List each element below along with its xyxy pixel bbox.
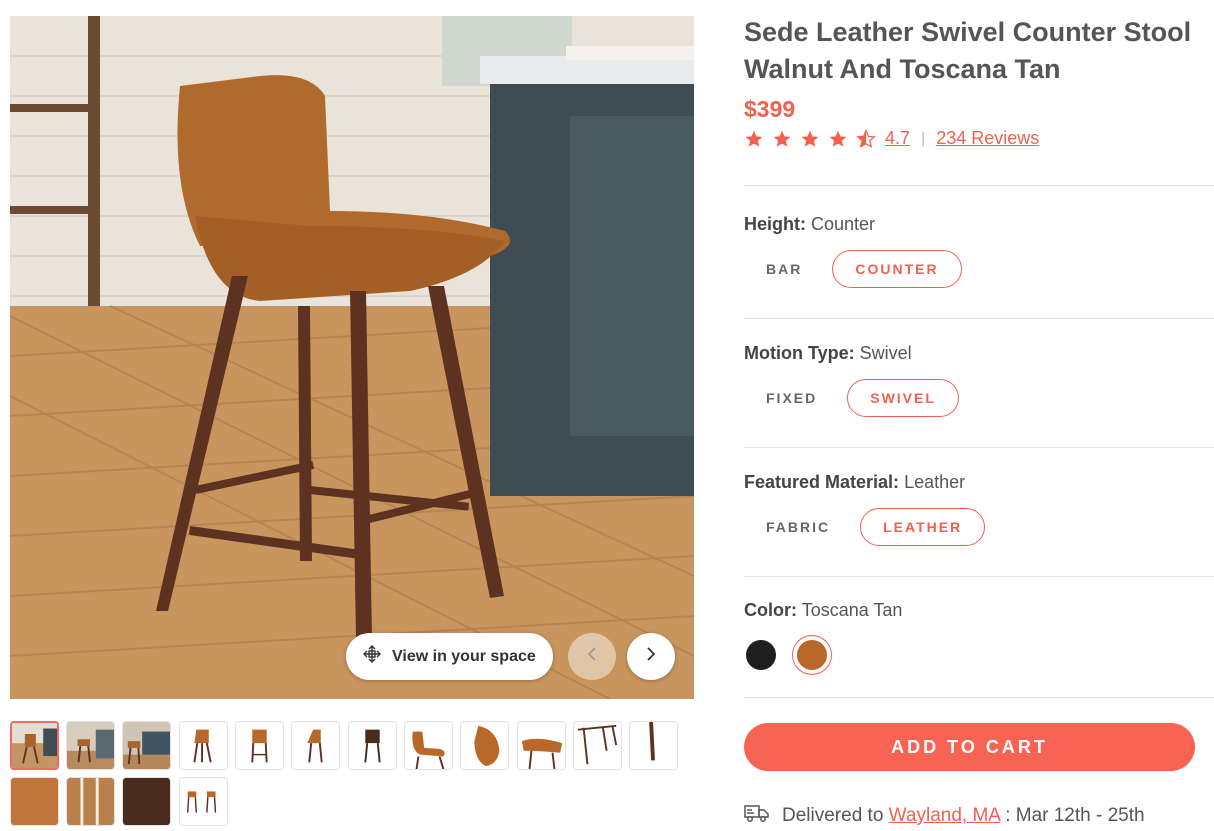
motion-label: Motion Type: [744, 343, 855, 363]
star-icon [745, 130, 763, 147]
product-main-image[interactable] [10, 16, 694, 699]
thumbnail-4[interactable] [179, 721, 228, 770]
thumbnail-3[interactable] [122, 721, 171, 770]
material-value: Leather [904, 472, 966, 492]
rating-value-link[interactable]: 4.7 [885, 128, 910, 149]
divider [744, 185, 1214, 186]
thumbnail-15[interactable] [122, 777, 171, 826]
divider [744, 447, 1214, 448]
material-option-leather[interactable]: LEATHER [860, 508, 986, 546]
height-option-bar[interactable]: BAR [744, 250, 824, 288]
divider [744, 318, 1214, 319]
thumbnail-5[interactable] [235, 721, 284, 770]
ar-move-icon [362, 644, 382, 669]
motion-options: FIXED SWIVEL [744, 379, 959, 417]
previous-image-button[interactable] [568, 633, 616, 680]
rating-separator: | [921, 129, 926, 147]
add-to-cart-button[interactable]: ADD TO CART [744, 723, 1195, 771]
view-in-space-label: View in your space [392, 647, 536, 665]
color-value: Toscana Tan [801, 600, 903, 620]
material-label: Featured Material: [744, 472, 900, 492]
color-label: Color: [744, 600, 797, 620]
star-rating [744, 128, 876, 149]
star-icon [801, 130, 819, 147]
swatch-black[interactable] [746, 640, 776, 670]
thumbnail-1[interactable] [10, 721, 59, 770]
star-icon [773, 130, 791, 147]
chevron-right-icon [644, 646, 658, 667]
height-options: BAR COUNTER [744, 250, 962, 288]
chevron-left-icon [585, 646, 599, 667]
height-option-label: Height: Counter [744, 214, 875, 235]
height-value: Counter [811, 214, 876, 234]
rating-row: 4.7 | 234 Reviews [744, 128, 1039, 149]
height-label: Height: [744, 214, 806, 234]
motion-option-label: Motion Type: Swivel [744, 343, 912, 364]
material-options: FABRIC LEATHER [744, 508, 986, 546]
material-option-label: Featured Material: Leather [744, 472, 965, 493]
truck-icon [744, 803, 770, 829]
color-option-label: Color: Toscana Tan [744, 600, 902, 621]
thumbnail-2[interactable] [66, 721, 115, 770]
thumbnail-14[interactable] [66, 777, 115, 826]
product-price: $399 [744, 96, 796, 122]
thumbnail-7[interactable] [348, 721, 397, 770]
star-icon [829, 130, 847, 147]
half-star-icon [856, 128, 876, 148]
motion-option-fixed[interactable]: FIXED [744, 379, 839, 417]
thumbnail-11[interactable] [573, 721, 622, 770]
motion-value: Swivel [859, 343, 912, 363]
delivery-info: Delivered to Wayland, MA : Mar 12th - 25… [744, 803, 1145, 829]
product-title: Sede Leather Swivel Counter Stool Walnut… [744, 17, 1192, 84]
thumbnail-16[interactable] [179, 777, 228, 826]
reviews-link[interactable]: 234 Reviews [936, 128, 1039, 149]
delivery-dates: : Mar 12th - 25th [1005, 805, 1145, 826]
delivery-location-link[interactable]: Wayland, MA [889, 805, 1000, 826]
swatch-toscana-tan-fill [797, 640, 827, 670]
divider [744, 576, 1214, 577]
divider [744, 697, 1214, 698]
thumbnail-12[interactable] [629, 721, 678, 770]
height-option-counter[interactable]: COUNTER [832, 250, 962, 288]
thumbnail-8[interactable] [404, 721, 453, 770]
view-in-your-space-button[interactable]: View in your space [346, 633, 553, 680]
swatch-toscana-tan[interactable] [792, 635, 832, 675]
next-image-button[interactable] [627, 633, 675, 680]
color-swatches [746, 635, 832, 675]
motion-option-swivel[interactable]: SWIVEL [847, 379, 959, 417]
material-option-fabric[interactable]: FABRIC [744, 508, 852, 546]
delivery-prefix: Delivered to [782, 805, 884, 826]
thumbnail-6[interactable] [291, 721, 340, 770]
thumbnail-13[interactable] [10, 777, 59, 826]
thumbnail-10[interactable] [517, 721, 566, 770]
thumbnail-9[interactable] [460, 721, 509, 770]
